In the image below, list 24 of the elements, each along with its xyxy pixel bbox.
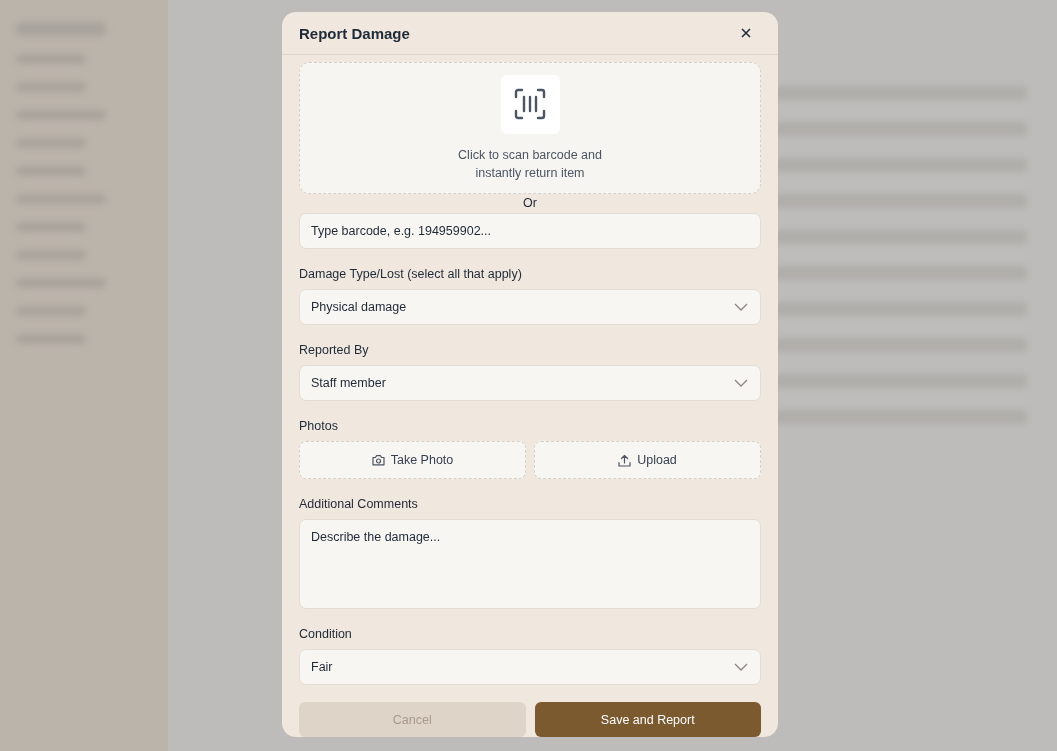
barcode-scan-icon	[514, 88, 546, 120]
chevron-down-icon	[734, 379, 748, 387]
upload-icon	[618, 453, 632, 467]
scan-barcode-area[interactable]: Click to scan barcode and instantly return item	[299, 62, 761, 194]
chevron-down-icon	[734, 303, 748, 311]
comments-field[interactable]: Describe the damage...	[299, 519, 761, 609]
save-report-button[interactable]: Save and Report	[534, 702, 761, 737]
dropdown-select[interactable]: Fair	[299, 649, 761, 685]
field-label: Additional Comments	[299, 497, 419, 511]
field-label: Photos	[299, 419, 339, 433]
dialog-title: Report Damage	[299, 24, 410, 42]
chevron-down-icon	[734, 663, 748, 671]
field-label: Damage Type/Lost (select all that apply)	[299, 267, 523, 281]
close-icon	[741, 28, 751, 38]
or-separator: Or	[522, 195, 538, 212]
camera-icon	[371, 454, 385, 466]
field-label: Reported By	[299, 343, 370, 357]
upload-button[interactable]: Upload	[534, 441, 761, 479]
dropdown-select[interactable]: Staff member	[299, 365, 761, 401]
scan-instruction: Click to scan barcode and instantly return item	[457, 146, 603, 182]
barcode-field[interactable]: Type barcode, e.g. 194959902...	[299, 213, 761, 249]
field-label: Condition	[299, 627, 353, 641]
take-photo-button[interactable]: Take Photo	[299, 441, 526, 479]
dropdown-select[interactable]: Physical damage	[299, 289, 761, 325]
